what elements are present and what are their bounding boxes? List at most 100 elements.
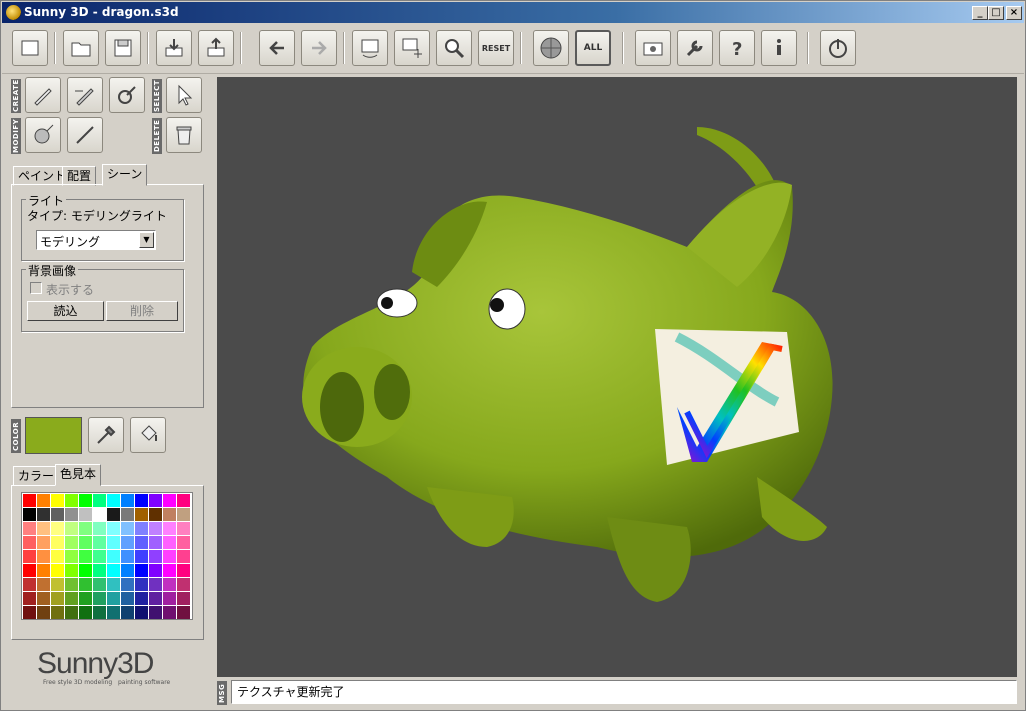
color-swatch[interactable] xyxy=(93,522,106,535)
color-swatch[interactable] xyxy=(93,606,106,619)
color-swatch[interactable] xyxy=(37,550,50,563)
color-swatch[interactable] xyxy=(163,578,176,591)
color-swatch[interactable] xyxy=(163,592,176,605)
color-swatch[interactable] xyxy=(51,508,64,521)
color-swatch[interactable] xyxy=(163,606,176,619)
zoom-button[interactable] xyxy=(436,30,472,66)
color-swatch[interactable] xyxy=(79,606,92,619)
color-swatch[interactable] xyxy=(135,536,148,549)
color-swatch[interactable] xyxy=(121,550,134,563)
color-swatch[interactable] xyxy=(37,564,50,577)
color-swatch[interactable] xyxy=(163,564,176,577)
color-swatch[interactable] xyxy=(121,508,134,521)
color-swatch[interactable] xyxy=(51,564,64,577)
shading-button[interactable] xyxy=(533,30,569,66)
color-swatch[interactable] xyxy=(163,536,176,549)
color-swatch[interactable] xyxy=(23,606,36,619)
3d-viewport[interactable] xyxy=(217,77,1017,677)
color-swatch[interactable] xyxy=(79,592,92,605)
knife-tool[interactable] xyxy=(67,117,103,153)
color-swatch[interactable] xyxy=(149,606,162,619)
settings-button[interactable] xyxy=(677,30,713,66)
color-swatch[interactable] xyxy=(65,578,78,591)
color-swatch[interactable] xyxy=(51,606,64,619)
color-swatch[interactable] xyxy=(163,522,176,535)
chevron-down-icon[interactable]: ▼ xyxy=(139,232,154,248)
color-swatch[interactable] xyxy=(107,564,120,577)
color-swatch[interactable] xyxy=(107,494,120,507)
color-swatch[interactable] xyxy=(51,536,64,549)
color-swatch[interactable] xyxy=(177,536,190,549)
current-color-swatch[interactable] xyxy=(25,417,82,454)
import-button[interactable] xyxy=(156,30,192,66)
color-swatch[interactable] xyxy=(107,508,120,521)
color-swatch[interactable] xyxy=(177,550,190,563)
pan-view-button[interactable] xyxy=(394,30,430,66)
color-swatch[interactable] xyxy=(65,522,78,535)
color-swatch[interactable] xyxy=(163,494,176,507)
color-swatch[interactable] xyxy=(107,606,120,619)
color-swatch[interactable] xyxy=(65,606,78,619)
exit-button[interactable] xyxy=(820,30,856,66)
color-swatch[interactable] xyxy=(23,578,36,591)
color-swatch[interactable] xyxy=(37,592,50,605)
color-swatch[interactable] xyxy=(37,606,50,619)
open-file-button[interactable] xyxy=(63,30,99,66)
color-swatch[interactable] xyxy=(93,564,106,577)
color-swatch[interactable] xyxy=(79,578,92,591)
color-swatch[interactable] xyxy=(23,536,36,549)
color-swatch[interactable] xyxy=(121,578,134,591)
color-swatch[interactable] xyxy=(149,536,162,549)
color-swatch[interactable] xyxy=(37,508,50,521)
help-button[interactable]: ? xyxy=(719,30,755,66)
color-swatch[interactable] xyxy=(107,550,120,563)
pen-tool[interactable] xyxy=(67,77,103,113)
color-swatch[interactable] xyxy=(79,508,92,521)
select-tool[interactable] xyxy=(166,77,202,113)
color-swatch[interactable] xyxy=(37,578,50,591)
color-swatch[interactable] xyxy=(65,550,78,563)
color-swatch[interactable] xyxy=(121,606,134,619)
color-swatch[interactable] xyxy=(163,550,176,563)
close-button[interactable]: × xyxy=(1006,6,1022,20)
tab-layout[interactable]: 配置 xyxy=(62,166,97,186)
color-swatch[interactable] xyxy=(177,564,190,577)
color-swatch[interactable] xyxy=(121,592,134,605)
color-swatch[interactable] xyxy=(149,550,162,563)
delete-background-button[interactable]: 削除 xyxy=(106,301,178,321)
show-background-checkbox[interactable] xyxy=(30,282,42,294)
rotate-view-button[interactable] xyxy=(352,30,388,66)
color-swatch[interactable] xyxy=(23,550,36,563)
color-swatch[interactable] xyxy=(177,508,190,521)
color-swatch[interactable] xyxy=(135,522,148,535)
color-swatch[interactable] xyxy=(177,592,190,605)
color-swatch[interactable] xyxy=(135,508,148,521)
color-swatch[interactable] xyxy=(79,522,92,535)
color-swatch[interactable] xyxy=(149,522,162,535)
color-swatch[interactable] xyxy=(93,494,106,507)
color-swatch[interactable] xyxy=(177,578,190,591)
color-swatch[interactable] xyxy=(51,522,64,535)
color-swatch[interactable] xyxy=(135,564,148,577)
maximize-button[interactable]: □ xyxy=(988,6,1004,20)
reset-view-button[interactable]: RESET xyxy=(478,30,514,66)
color-swatch[interactable] xyxy=(23,522,36,535)
color-swatch[interactable] xyxy=(93,508,106,521)
color-swatch[interactable] xyxy=(65,508,78,521)
color-swatch[interactable] xyxy=(135,494,148,507)
tab-swatches[interactable]: 色見本 xyxy=(55,464,102,486)
color-swatch[interactable] xyxy=(107,592,120,605)
tab-scene[interactable]: シーン xyxy=(102,164,148,186)
pencil-tool[interactable] xyxy=(25,77,61,113)
color-swatch[interactable] xyxy=(79,550,92,563)
fit-all-button[interactable]: ALL xyxy=(575,30,611,66)
color-swatch[interactable] xyxy=(107,522,120,535)
redo-button[interactable] xyxy=(301,30,337,66)
color-swatch[interactable] xyxy=(163,508,176,521)
color-swatch[interactable] xyxy=(121,536,134,549)
color-swatch[interactable] xyxy=(37,494,50,507)
minimize-button[interactable]: _ xyxy=(972,6,988,20)
color-swatch[interactable] xyxy=(37,536,50,549)
color-swatch[interactable] xyxy=(23,592,36,605)
color-swatch[interactable] xyxy=(65,564,78,577)
